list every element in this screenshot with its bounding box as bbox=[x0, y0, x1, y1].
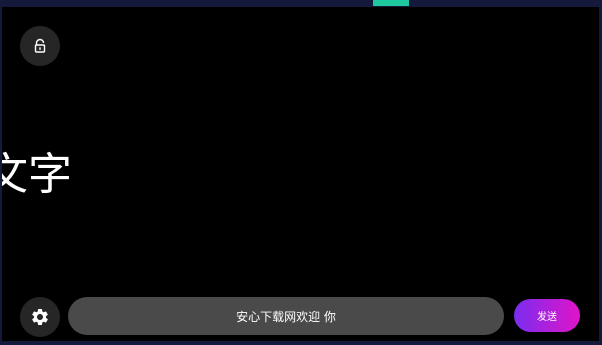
message-input[interactable] bbox=[68, 297, 504, 335]
gear-icon bbox=[32, 309, 48, 325]
settings-button[interactable] bbox=[20, 297, 60, 337]
scrolling-text: 文字 bbox=[2, 149, 72, 200]
top-accent-bar bbox=[373, 0, 409, 6]
lock-button[interactable] bbox=[20, 26, 60, 66]
lock-open-icon bbox=[34, 38, 46, 53]
display-screen: 文字 发送 bbox=[2, 7, 599, 341]
app-frame: 文字 发送 bbox=[0, 0, 602, 345]
send-button[interactable]: 发送 bbox=[514, 299, 580, 332]
